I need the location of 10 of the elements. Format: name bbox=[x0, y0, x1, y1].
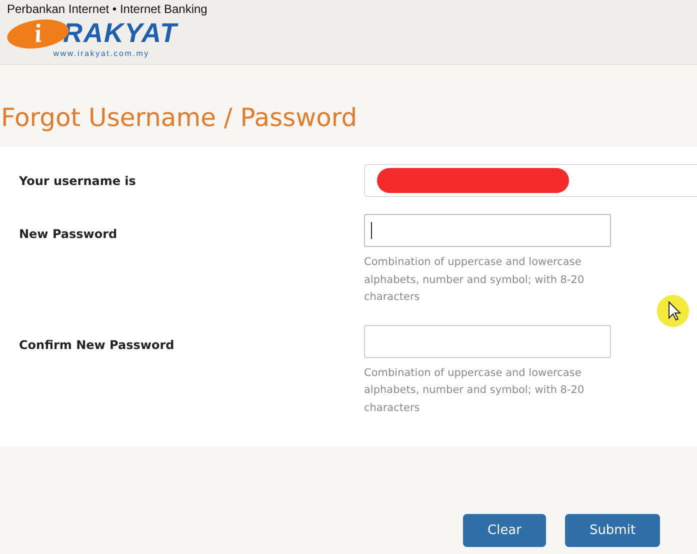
field-label: Your username is bbox=[18, 173, 137, 190]
field-label: New Password bbox=[18, 226, 118, 243]
field-label: Confirm New Password bbox=[18, 336, 176, 354]
page-title: Forgot Username / Password bbox=[0, 103, 358, 134]
submit-button[interactable]: Submit bbox=[565, 514, 660, 547]
field-hint: Combination of uppercase and lowercase alphabets, number and symbol; with 8-20 characters bbox=[364, 366, 586, 416]
field-hint: Combination of uppercase and lowercase alphabets, number and symbol; with 8-20 characters bbox=[364, 255, 586, 305]
tagline: Perbankan Internet • Internet Banking bbox=[7, 2, 208, 16]
clear-button[interactable]: Clear bbox=[463, 514, 546, 547]
logo-url: www.irakyat.com.my bbox=[53, 49, 150, 58]
